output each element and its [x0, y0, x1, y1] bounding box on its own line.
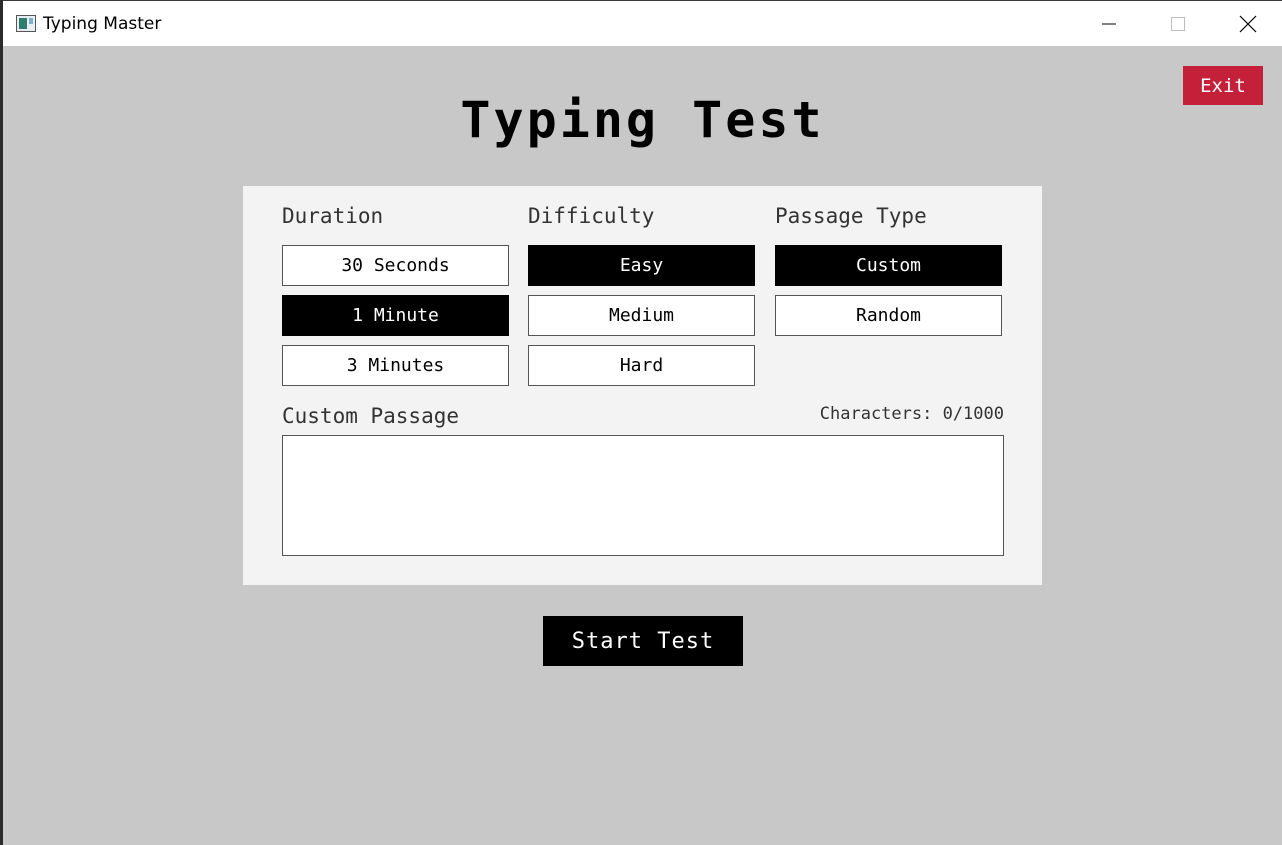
custom-passage-input[interactable] [282, 435, 1004, 556]
duration-label: Duration [282, 204, 384, 228]
maximize-icon [1171, 17, 1185, 31]
duration-3-minutes-button[interactable]: 3 Minutes [282, 345, 509, 386]
window-titlebar[interactable]: Typing Master [3, 0, 1282, 46]
custom-passage-label: Custom Passage [282, 404, 460, 428]
difficulty-easy-button[interactable]: Easy [528, 245, 755, 286]
duration-1-minute-button[interactable]: 1 Minute [282, 295, 509, 336]
start-test-button[interactable]: Start Test [543, 616, 743, 666]
window-title: Typing Master [43, 14, 162, 34]
app-client-area: Exit Typing Test Duration 30 Seconds 1 M… [3, 46, 1282, 845]
difficulty-hard-button[interactable]: Hard [528, 345, 755, 386]
close-icon [1239, 15, 1257, 33]
difficulty-medium-button[interactable]: Medium [528, 295, 755, 336]
duration-30-seconds-button[interactable]: 30 Seconds [282, 245, 509, 286]
maximize-button[interactable] [1143, 1, 1213, 47]
minimize-button[interactable] [1074, 1, 1144, 47]
passage-type-label: Passage Type [775, 204, 927, 228]
app-icon [16, 15, 36, 32]
minimize-icon [1102, 23, 1116, 25]
difficulty-label: Difficulty [528, 204, 655, 228]
passage-type-random-button[interactable]: Random [775, 295, 1002, 336]
character-count: Characters: 0/1000 [819, 404, 1004, 424]
passage-type-custom-button[interactable]: Custom [775, 245, 1002, 286]
settings-panel: Duration 30 Seconds 1 Minute 3 Minutes D… [243, 186, 1042, 585]
page-title: Typing Test [460, 91, 825, 149]
close-button[interactable] [1213, 1, 1282, 47]
